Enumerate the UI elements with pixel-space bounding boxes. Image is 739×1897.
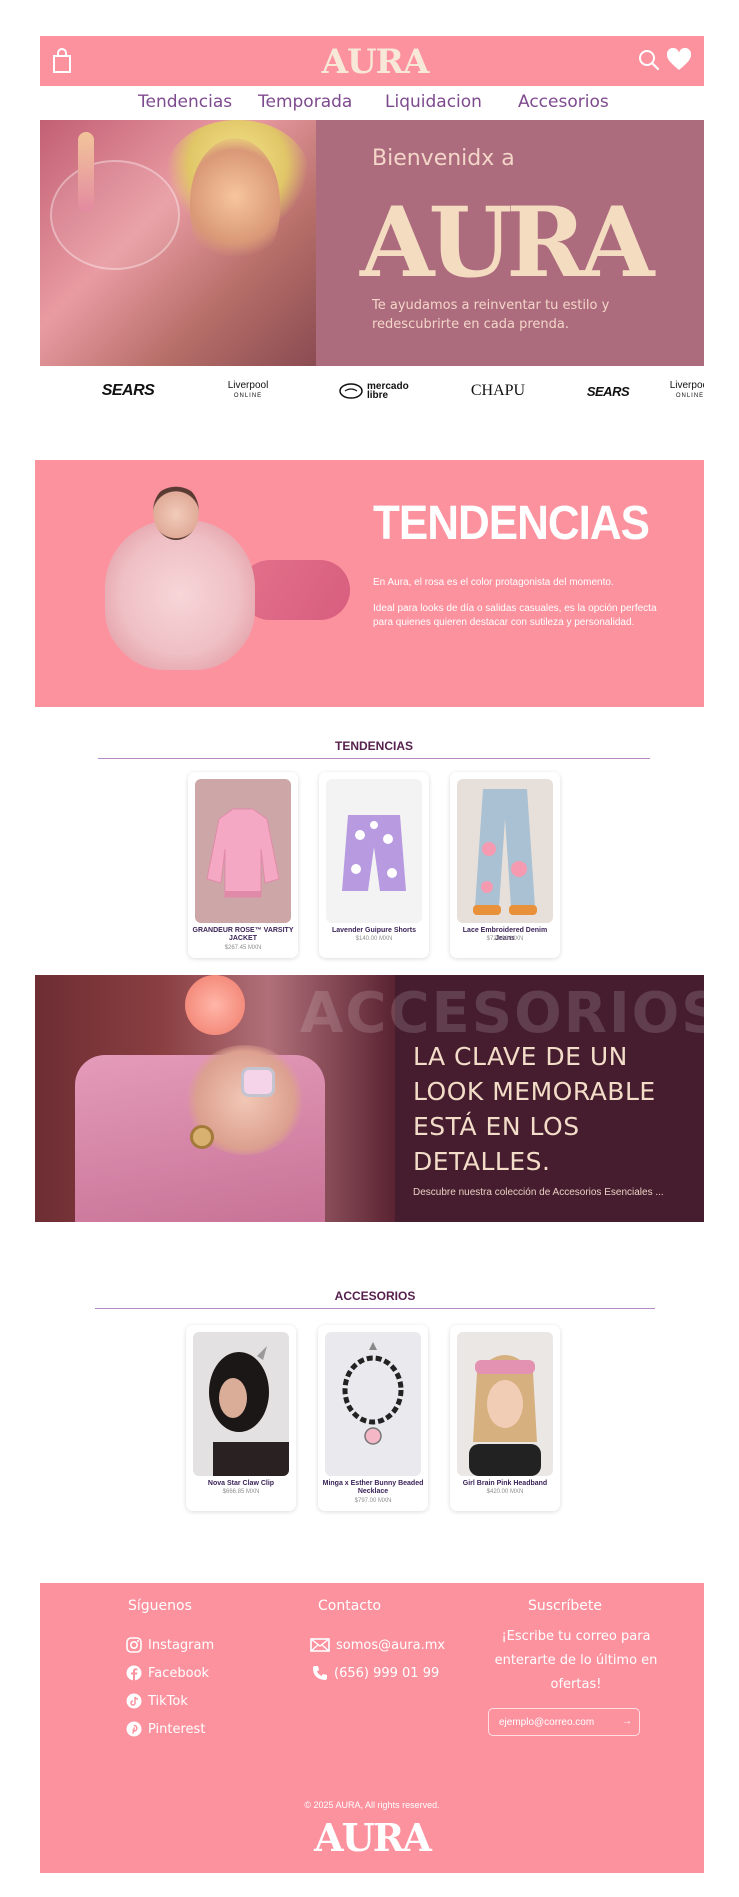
nav-tendencias[interactable]: Tendencias [138,92,232,112]
brand-mercado-libre-label: mercado libre [367,381,409,401]
footer-instagram-link[interactable]: Instagram [126,1637,214,1653]
instagram-icon [126,1637,142,1653]
site-footer: Síguenos Instagram Facebook TikTok Pinte… [40,1583,704,1873]
header-logo[interactable]: AURA [320,42,430,82]
footer-phone-link[interactable]: (656) 999 01 99 [312,1665,439,1681]
nav-liquidacion[interactable]: Liquidacion [385,92,482,112]
tendencias-title: TENDENCIAS [373,496,650,550]
product-card[interactable]: Girl Brain Pink Headband $420.00 MXN [450,1325,560,1511]
footer-contact-title: Contacto [318,1598,382,1614]
hero-bubble [50,160,180,270]
product-card[interactable]: Nova Star Claw Clip $666.85 MXN [186,1325,296,1511]
footer-email: somos@aura.mx [336,1637,446,1653]
facebook-icon [126,1665,142,1681]
footer-follow-title: Síguenos [128,1598,192,1614]
product-card[interactable]: Minga x Esther Bunny Beaded Necklace $79… [318,1325,428,1511]
tendencias-model-coat [105,520,255,670]
product-price: $797.00 MXN [354,1498,392,1504]
footer-tiktok-label: TikTok [148,1693,188,1709]
accesorios-headline: LA CLAVE DE UN LOOK MEMORABLE ESTÁ EN LO… [413,1042,656,1176]
hero-banner: Bienvenidx a AURA Te ayudamos a reinvent… [40,120,704,366]
footer-copyright: © 2025 AURA, All rights reserved. [304,1800,440,1810]
tendencias-section-header: TENDENCIAS [98,739,650,759]
footer-facebook-label: Facebook [148,1665,210,1681]
accesorios-section-title: ACCESORIOS [334,1289,416,1303]
section-divider [98,758,650,759]
product-price: $666.85 MXN [222,1489,260,1495]
product-image [457,779,553,923]
product-price: $140.00 MXN [355,936,393,942]
tendencias-model-head [153,484,199,540]
site-header: AURA [40,36,704,86]
shopping-bag-icon[interactable] [52,48,72,74]
main-nav: Tendencias Temporada Liquidacion Accesor… [40,88,704,120]
footer-pinterest-link[interactable]: Pinterest [126,1721,205,1737]
search-icon[interactable] [638,49,660,71]
tendencias-banner[interactable]: TENDENCIAS En Aura, el rosa es el color … [35,460,704,707]
footer-subscribe-text: ¡Escribe tu correo para enterarte de lo … [494,1629,658,1692]
footer-phone: (656) 999 01 99 [334,1665,440,1681]
brand-sears-2[interactable]: SEARS [568,380,648,402]
product-image [325,1332,421,1476]
tendencias-model-legs [240,560,350,620]
mail-icon [310,1638,330,1652]
phone-icon [313,1666,327,1680]
product-price: $420.00 MXN [486,1489,524,1495]
product-name: Nova Star Claw Clip [207,1480,275,1487]
heart-icon[interactable] [666,48,692,72]
brand-liverpool-2[interactable]: Liverpool ONLINE [660,380,704,402]
handshake-icon [339,383,363,399]
product-image [326,779,422,923]
hero-doll [78,132,94,212]
footer-facebook-link[interactable]: Facebook [126,1665,209,1681]
product-card[interactable]: Lace Embroidered Denim Jeans $728.00 MXN [450,772,560,958]
tiktok-icon [126,1693,142,1709]
footer-email-link[interactable]: somos@aura.mx [310,1637,445,1653]
pinterest-icon [126,1721,142,1737]
footer-instagram-label: Instagram [148,1637,215,1653]
nav-accesorios[interactable]: Accesorios [518,92,609,112]
brand-chapu[interactable]: CHAPU [458,380,538,402]
accesorios-section-header: ACCESORIOS [95,1289,655,1309]
hero-logo: AURA [360,186,654,299]
hero-subtitle: Te ayudamos a reinventar tu estilo y red… [372,298,610,332]
tendencias-section-title: TENDENCIAS [334,739,413,753]
product-card[interactable]: GRANDEUR ROSE™ VARSITY JACKET $267.45 MX… [188,772,298,958]
accesorios-candy [185,975,245,1035]
product-name: GRANDEUR ROSE™ VARSITY JACKET [192,927,294,942]
brand-liverpool-2-label: Liverpool [669,380,704,391]
section-divider [95,1308,655,1309]
product-name: Lavender Guipure Shorts [331,927,417,934]
subscribe-email-input[interactable] [488,1708,640,1736]
hero-face [190,138,280,268]
accesorios-bg-text: ACCESORIOS [300,981,704,1046]
brand-mercado-libre[interactable]: mercado libre [328,380,428,402]
hero-photo [40,120,316,366]
footer-pinterest-label: Pinterest [148,1721,206,1737]
accesorios-ring [190,1125,214,1149]
footer-logo[interactable]: AURA [40,1815,704,1860]
brand-liverpool[interactable]: Liverpool ONLINE [208,380,288,402]
product-name: Girl Brain Pink Headband [462,1480,548,1487]
tendencias-text-2: Ideal para looks de día o salidas casual… [373,603,657,628]
product-image [193,1332,289,1476]
accesorios-banner[interactable]: ACCESORIOS LA CLAVE DE UN LOOK MEMORABLE… [35,975,704,1222]
accesorios-ring [241,1067,275,1097]
product-card[interactable]: Lavender Guipure Shorts $140.00 MXN [319,772,429,958]
send-arrow-icon[interactable]: → [622,1716,632,1727]
product-price: $728.00 MXN [486,936,524,942]
brand-liverpool-label: Liverpool [227,380,269,391]
brand-strip: SEARS Liverpool ONLINE mercado libre CHA… [40,368,704,412]
footer-subscribe-title: Suscríbete [528,1598,602,1614]
footer-tiktok-link[interactable]: TikTok [126,1693,188,1709]
hero-welcome: Bienvenidx a [372,146,515,171]
tendencias-text-1: En Aura, el rosa es el color protagonist… [373,577,614,588]
product-image [457,1332,553,1476]
nav-temporada[interactable]: Temporada [258,92,352,112]
accesorios-subtitle: Descubre nuestra colección de Accesorios… [413,1187,664,1198]
product-price: $267.45 MXN [224,945,262,951]
product-image [195,779,291,923]
brand-sears[interactable]: SEARS [88,380,168,402]
product-name: Minga x Esther Bunny Beaded Necklace [322,1480,424,1495]
